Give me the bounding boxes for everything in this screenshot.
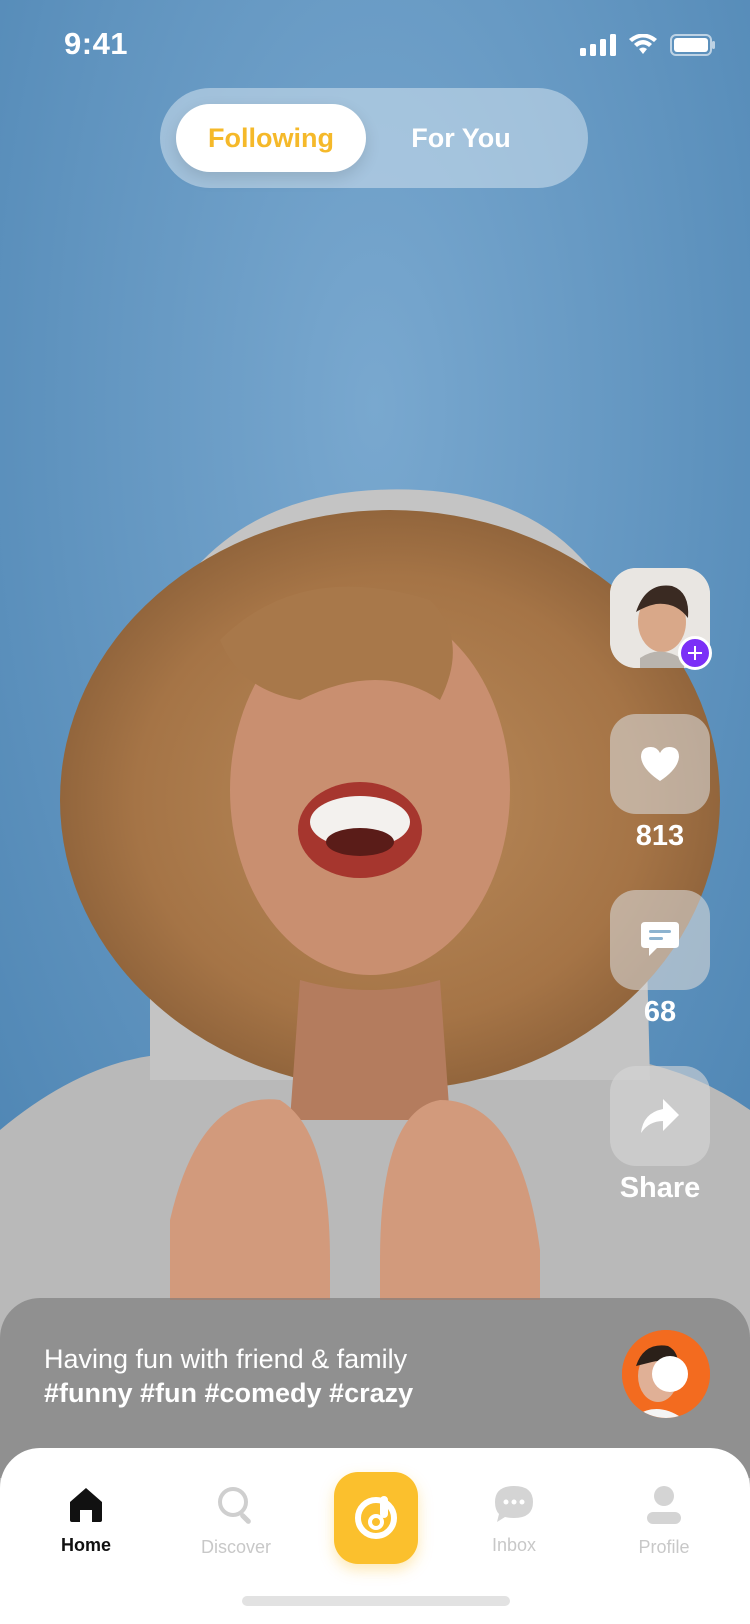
nav-profile-label: Profile (638, 1537, 690, 1557)
heart-icon (641, 747, 679, 781)
like-count: 813 (635, 820, 685, 852)
comment-button[interactable] (610, 890, 710, 990)
caption-text: Having fun with friend & family (44, 1344, 408, 1374)
home-indicator (242, 1596, 510, 1606)
create-icon (355, 1496, 397, 1539)
caption-hashtags[interactable]: #funny #fun #comedy #crazy (44, 1378, 413, 1409)
battery-icon (670, 34, 715, 56)
nav-home[interactable]: Home (26, 1484, 146, 1556)
share-label: Share (619, 1172, 701, 1204)
signal-icon (580, 34, 616, 56)
music-disc-button[interactable] (622, 1330, 710, 1418)
nav-profile[interactable]: Profile (604, 1484, 724, 1558)
status-time: 9:41 (64, 26, 129, 61)
nav-inbox-label: Inbox (491, 1535, 537, 1555)
tab-for-you[interactable]: For You (366, 104, 556, 172)
creator-avatar-button[interactable] (610, 568, 712, 670)
feed-tabs: Following For You (160, 88, 588, 188)
music-disc-center (652, 1356, 688, 1392)
plus-icon (688, 646, 702, 660)
status-bar: 9:41 (0, 0, 750, 90)
comment-icon (641, 922, 679, 956)
home-icon (70, 1488, 102, 1522)
status-icons (580, 34, 716, 56)
nav-discover-label: Discover (200, 1537, 271, 1557)
action-rail: 813 68 Share (610, 568, 712, 1208)
share-button[interactable] (610, 1066, 710, 1166)
nav-home-label: Home (60, 1535, 111, 1555)
wifi-icon (629, 34, 657, 54)
inbox-icon (495, 1486, 533, 1522)
search-icon (218, 1487, 251, 1524)
follow-button[interactable] (678, 636, 712, 670)
comment-count: 68 (643, 996, 677, 1028)
share-icon (641, 1099, 679, 1133)
nav-inbox[interactable]: Inbox (454, 1484, 574, 1556)
nav-discover[interactable]: Discover (176, 1484, 296, 1558)
create-button[interactable] (334, 1472, 418, 1564)
tab-following[interactable]: Following (176, 104, 366, 172)
profile-icon (647, 1486, 681, 1524)
video-feed-screen: 9:41 Following For You 813 68 Share Havi… (0, 0, 750, 1624)
like-button[interactable] (610, 714, 710, 814)
